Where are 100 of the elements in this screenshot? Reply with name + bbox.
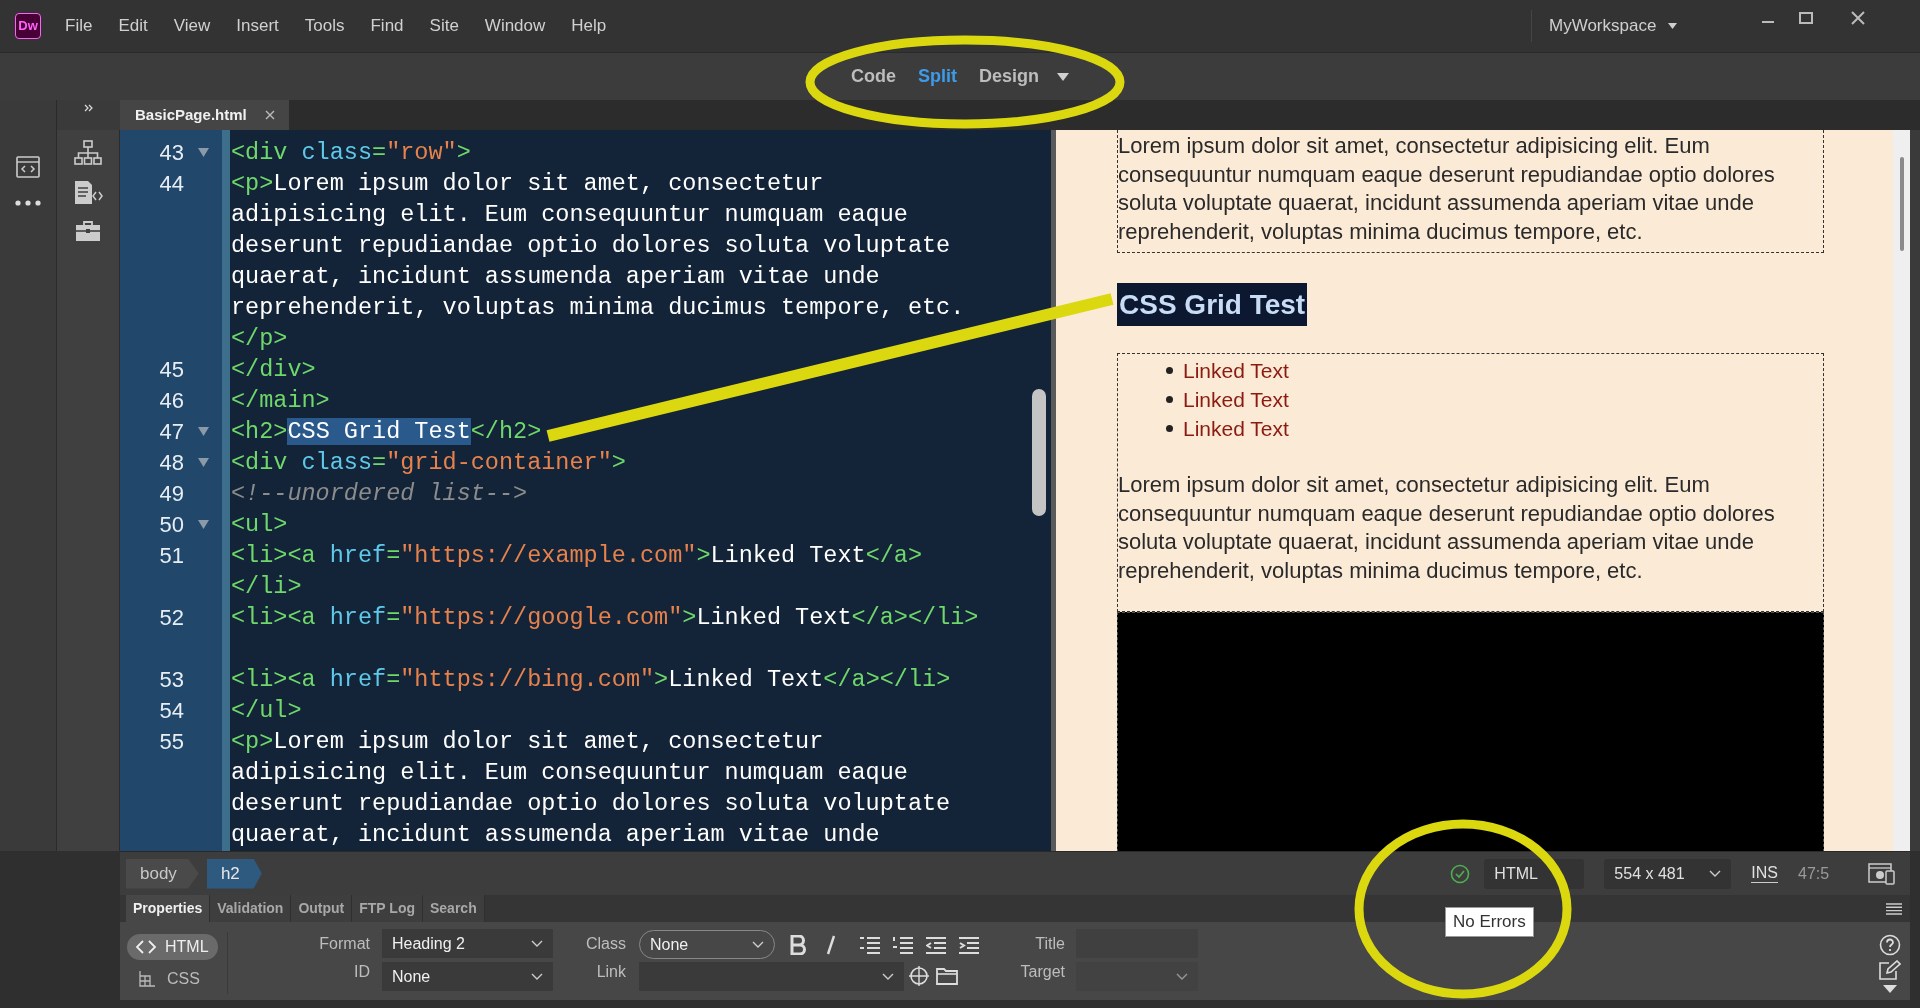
workspace-switcher[interactable]: MyWorkspace	[1531, 10, 1688, 42]
menu-icon[interactable]	[1886, 903, 1902, 915]
menu-item[interactable]: Help	[558, 13, 620, 39]
chevron-down-icon	[1176, 973, 1188, 980]
window-size-dropdown[interactable]: 554 x 481	[1604, 858, 1732, 889]
menu-item[interactable]: Tools	[291, 13, 358, 39]
scrollbar-thumb[interactable]	[1900, 157, 1904, 251]
paragraph: Lorem ipsum dolor sit amet, consectetur adipisicing elit. Eum consequuntur numquam eaque deserunt repudiandae optio dolores soluta voluptate quaerat, incidunt assumenda aperiam vitae unde reprehenderit, voluptas minima ducimus tempore, etc.	[1118, 471, 1776, 585]
dropdown-caret-icon[interactable]	[1057, 72, 1069, 81]
menu-item[interactable]: File	[52, 13, 106, 39]
field-label: Link	[595, 962, 626, 982]
field-label: Format	[318, 934, 370, 954]
code-line: <li><a href="https://google.com">Linked Text</a></li>	[231, 603, 980, 633]
help-icon[interactable]	[1879, 934, 1901, 956]
code-line: <li><a href="https://example.com">Linked Text</a>	[231, 541, 924, 571]
outdent-icon[interactable]	[926, 936, 946, 955]
chevron-down-icon	[752, 941, 764, 948]
insert-mode-toggle[interactable]: INS	[1751, 864, 1778, 883]
line-number: 55	[158, 728, 184, 756]
folder-icon[interactable]	[936, 967, 958, 985]
view-mode-tab[interactable]: Split	[918, 63, 957, 90]
panel-tab[interactable]: Output	[291, 895, 353, 922]
id-dropdown[interactable]: None	[382, 962, 553, 991]
view-mode-tab[interactable]: Design	[979, 63, 1039, 90]
chevron-down-icon	[531, 973, 543, 980]
expand-panels-icon	[83, 104, 94, 112]
app-logo: Dw	[15, 13, 41, 39]
code-line: adipisicing elit. Eum consequuntur numquam eaque	[231, 758, 909, 788]
menu-item[interactable]: Find	[357, 13, 417, 39]
collapse-triangle-icon[interactable]	[1883, 985, 1897, 993]
numbered-list-icon[interactable]	[893, 936, 913, 955]
code-line: quaerat, incidunt assumenda aperiam vitae unde	[231, 820, 881, 850]
bulleted-list-icon[interactable]	[860, 936, 880, 955]
code-line: deserunt repudiandae optio dolores soluta voluptate	[231, 231, 952, 261]
menu-item[interactable]: Window	[471, 13, 559, 39]
panel-tab[interactable]: Validation	[210, 895, 292, 922]
maximize-icon[interactable]	[1798, 10, 1814, 26]
code-line: reprehenderit, voluptas minima ducimus tempore, etc.	[231, 293, 966, 323]
panel-tab[interactable]: Search	[423, 895, 485, 922]
edit-icon[interactable]	[1879, 960, 1901, 980]
tooltip: No Errors	[1445, 907, 1534, 937]
document-tab[interactable]: BasicPage.html	[120, 100, 289, 130]
panel-tab[interactable]: FTP Log	[352, 895, 423, 922]
close-icon[interactable]	[264, 110, 275, 120]
caret-icon	[1668, 23, 1678, 29]
crosshair-icon[interactable]	[909, 966, 929, 986]
fold-triangle-icon[interactable]	[197, 148, 209, 157]
menu-item[interactable]: View	[160, 13, 224, 39]
field-label: Class	[585, 934, 626, 954]
italic-icon[interactable]	[825, 935, 837, 955]
menu-item[interactable]: Edit	[105, 13, 161, 39]
code-line: <p>Lorem ipsum dolor sit amet, consectetur	[231, 727, 825, 757]
line-number: 49	[158, 480, 184, 508]
bullet-icon	[1166, 367, 1173, 374]
sitemap-icon[interactable]	[74, 140, 102, 166]
line-number: 45	[158, 356, 184, 384]
breadcrumb[interactable]: h2	[206, 858, 262, 889]
code-line: </ul>	[231, 696, 303, 726]
fold-triangle-icon[interactable]	[197, 520, 209, 529]
code-line: quaerat, incidunt assumenda aperiam vitae unde	[231, 262, 881, 292]
html-mode-button[interactable]: HTML	[127, 934, 218, 960]
format-dropdown[interactable]: Heading 2	[382, 929, 553, 958]
heading: CSS Grid Test	[1117, 283, 1308, 326]
code-line: </main>	[231, 386, 331, 416]
briefcase-icon[interactable]	[75, 220, 101, 242]
code-line: </li>	[231, 572, 303, 602]
check-circle-icon[interactable]	[1450, 863, 1471, 884]
chevron-down-icon	[1709, 870, 1722, 877]
code-view-icon[interactable]	[16, 156, 40, 178]
code-line: <li><a href="https://bing.com">Linked Text</a></li>	[231, 665, 952, 695]
indent-icon[interactable]	[959, 936, 979, 955]
line-number: 50	[158, 511, 184, 539]
bold-icon[interactable]	[790, 935, 806, 955]
code-line: <div class="grid-container">	[231, 448, 627, 478]
live-preview-icon[interactable]	[1868, 861, 1896, 886]
paragraph: Lorem ipsum dolor sit amet, consectetur adipisicing elit. Eum consequuntur numquam eaque deserunt repudiandae optio dolores soluta voluptate quaerat, incidunt assumenda aperiam vitae unde reprehenderit, voluptas minima ducimus tempore, etc.	[1118, 132, 1776, 246]
bullet-icon	[1166, 396, 1173, 403]
line-number: 48	[158, 449, 184, 477]
menu-item[interactable]: Insert	[223, 13, 292, 39]
breadcrumb[interactable]: body	[126, 858, 199, 889]
more-icon[interactable]	[15, 200, 41, 206]
chevron-down-icon	[531, 940, 543, 947]
cursor-position: 47:5	[1798, 863, 1831, 884]
field-label: Title	[1034, 934, 1065, 954]
document-code-icon[interactable]	[73, 180, 103, 206]
fold-triangle-icon[interactable]	[197, 427, 209, 436]
link-field[interactable]	[639, 962, 904, 991]
code-line: <ul>	[231, 510, 289, 540]
code-brackets-icon	[135, 940, 157, 954]
close-icon[interactable]	[1850, 10, 1866, 26]
css-mode-button[interactable]: CSS	[127, 966, 218, 992]
code-line: </p>	[231, 324, 289, 354]
view-mode-tab[interactable]: Code	[851, 63, 896, 90]
panel-tab[interactable]: Properties	[126, 895, 211, 922]
line-number: 47	[158, 418, 184, 446]
code-line: deserunt repudiandae optio dolores soluta voluptate	[231, 789, 952, 819]
line-number: 44	[158, 170, 184, 198]
scrollbar-thumb[interactable]	[1032, 389, 1046, 516]
fold-triangle-icon[interactable]	[197, 458, 209, 467]
menu-item[interactable]: Site	[416, 13, 472, 39]
